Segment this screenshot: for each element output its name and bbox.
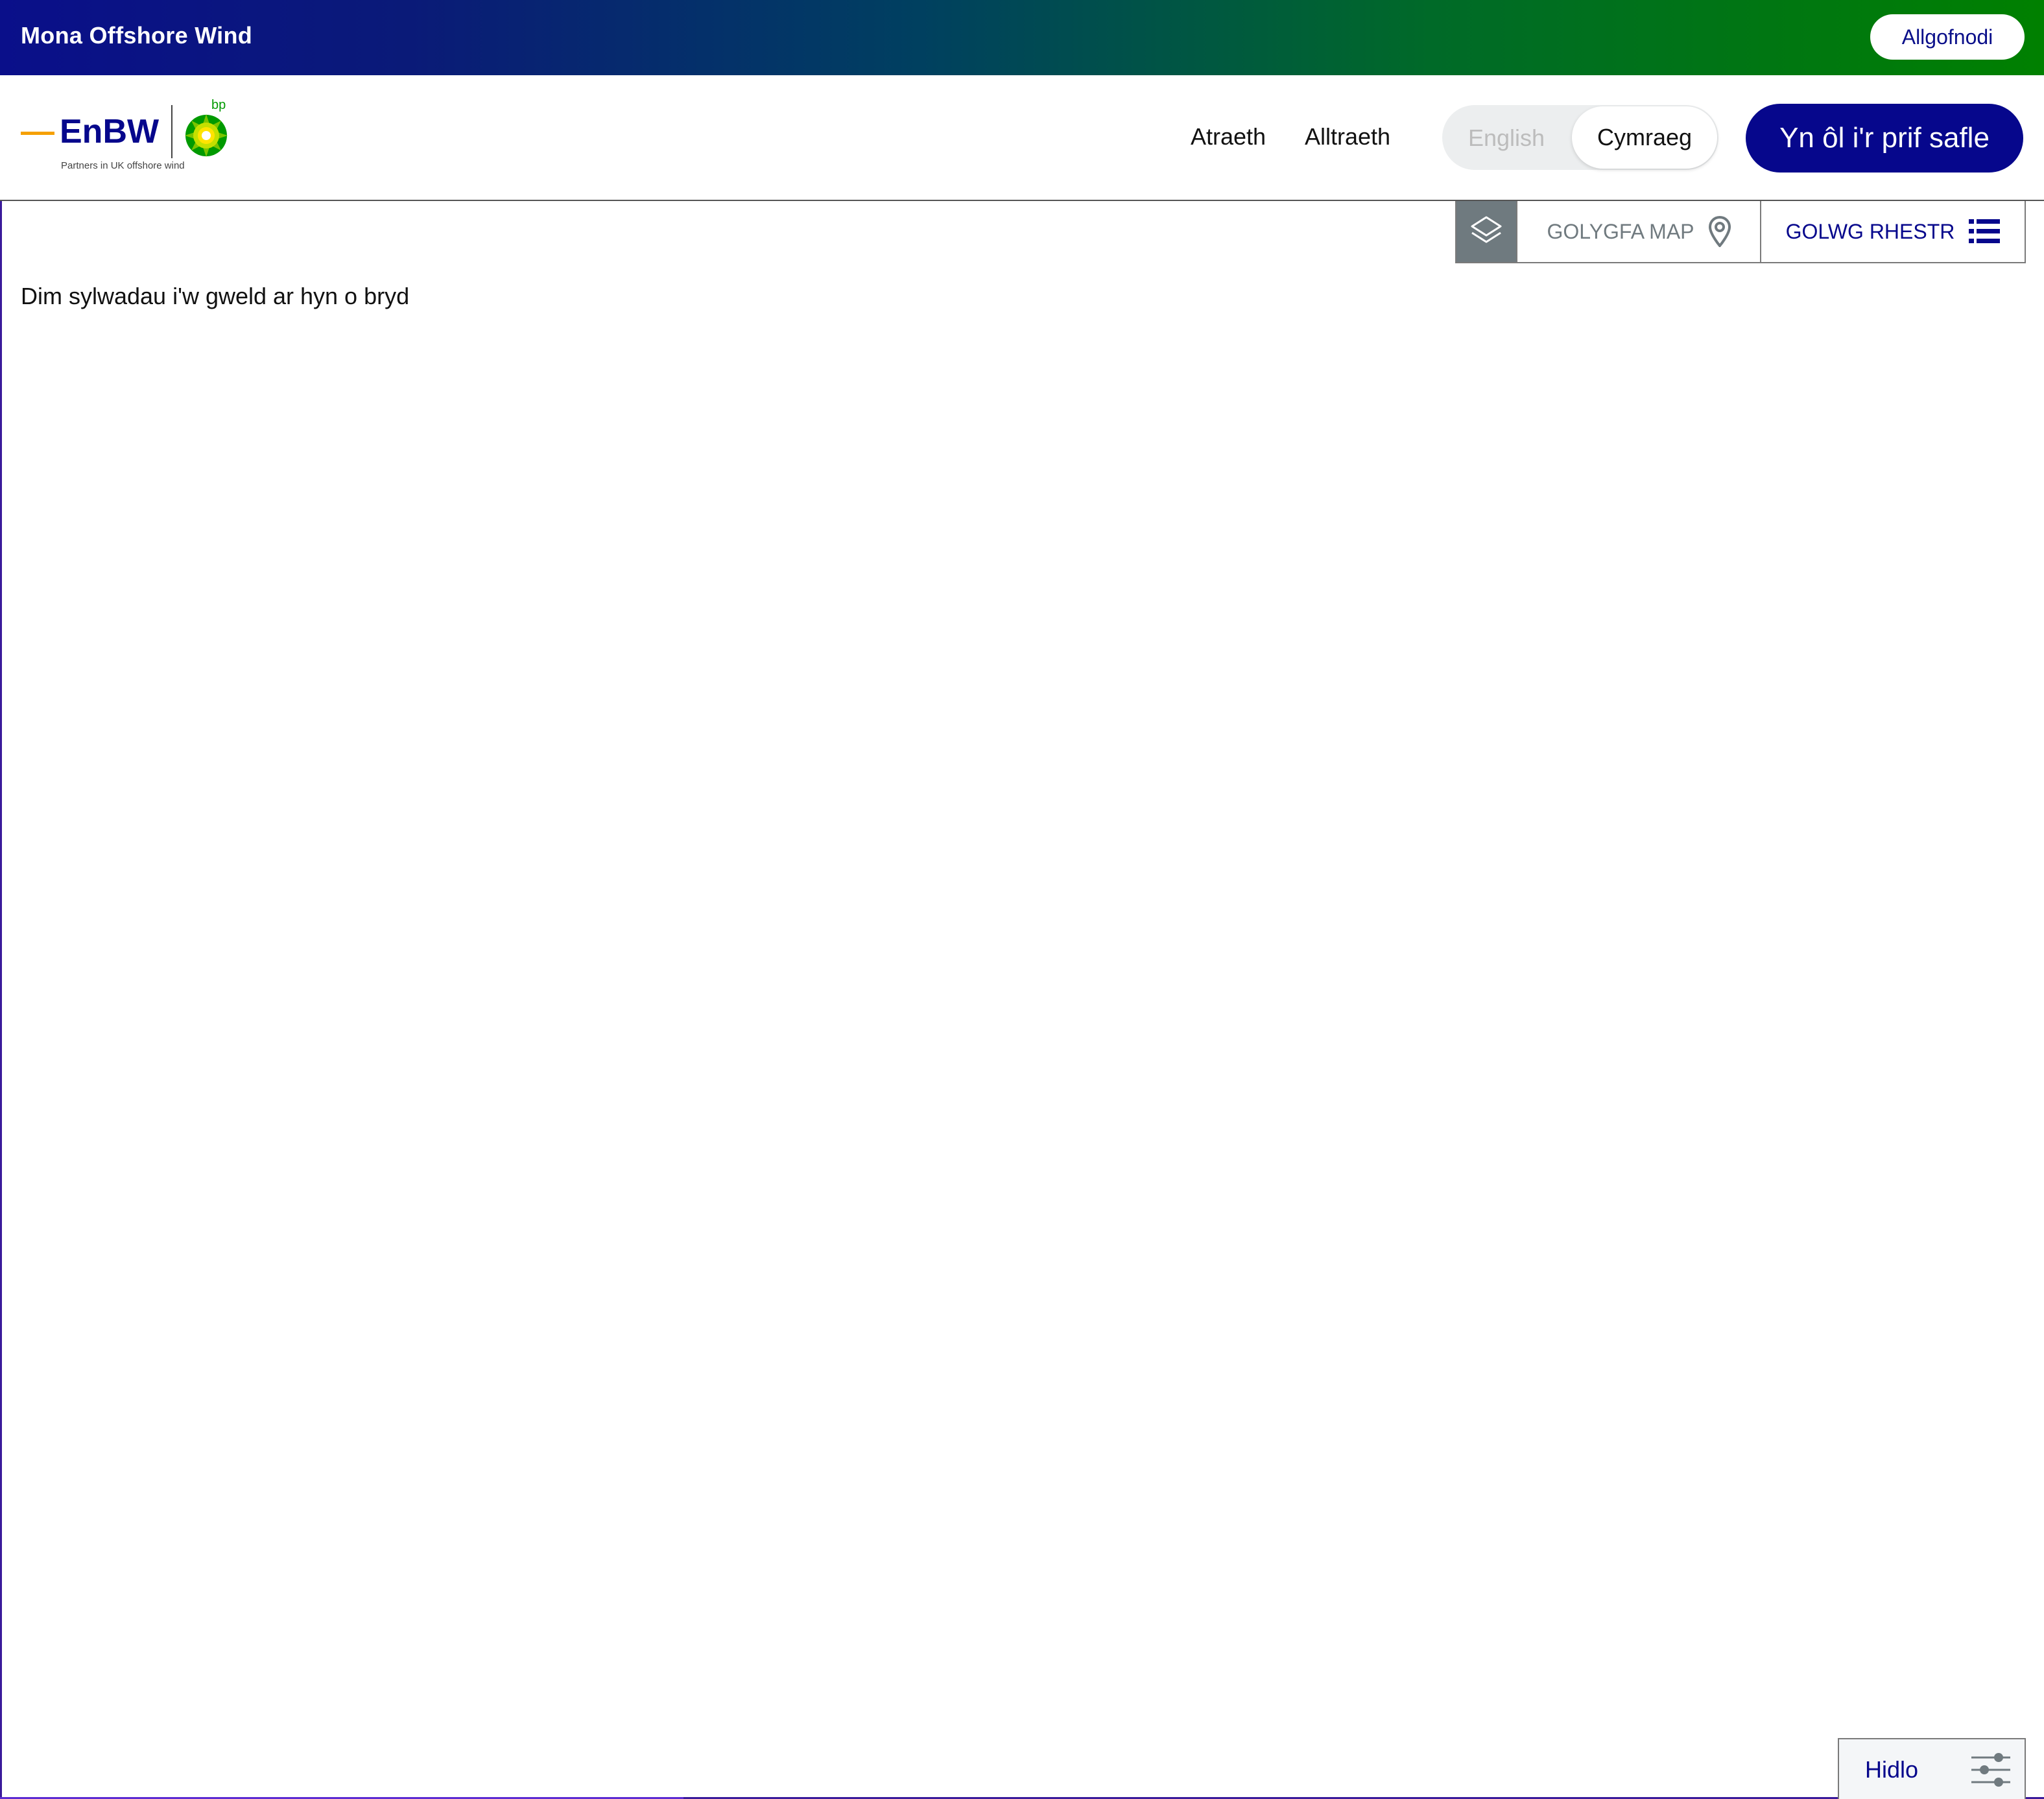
sliders-icon	[1971, 1753, 2010, 1787]
page-frame	[0, 0, 2044, 1799]
logout-button[interactable]: Allgofnodi	[1870, 14, 2025, 60]
enbw-bp-logo[interactable]: EnBW bp Partners in UK offshore wind	[21, 98, 241, 176]
layers-button[interactable]	[1456, 201, 1517, 262]
language-option-welsh[interactable]: Cymraeg	[1572, 106, 1717, 169]
map-pin-icon	[1708, 216, 1731, 247]
nav-item-onshore[interactable]: Atraeth	[1191, 123, 1266, 150]
site-header: EnBW bp Partners in UK offshore wind Atr…	[0, 75, 2044, 201]
app-title: Mona Offshore Wind	[21, 22, 253, 49]
top-bar: Mona Offshore Wind Allgofnodi	[0, 0, 2044, 75]
list-view-button[interactable]: GOLWG RHESTR	[1761, 201, 2025, 262]
back-to-main-site-button[interactable]: Yn ôl i'r prif safle	[1746, 104, 2023, 173]
list-icon	[1969, 219, 2001, 243]
map-view-button[interactable]: GOLYGFA MAP	[1517, 201, 1761, 262]
nav-item-offshore[interactable]: Alltraeth	[1305, 123, 1390, 150]
layers-icon	[1471, 216, 1502, 243]
language-toggle[interactable]: English Cymraeg	[1442, 105, 1718, 170]
bp-helios-icon	[185, 114, 228, 157]
view-switcher: GOLYGFA MAP GOLWG RHESTR	[1455, 201, 2026, 263]
logo-tagline: Partners in UK offshore wind	[61, 160, 185, 171]
filter-button[interactable]: Hidlo	[1838, 1738, 2026, 1799]
list-view-label: GOLWG RHESTR	[1785, 219, 1955, 243]
language-option-english[interactable]: English	[1468, 125, 1545, 152]
empty-state-message: Dim sylwadau i'w gweld ar hyn o bryd	[21, 283, 410, 309]
logo-partner-text: bp	[211, 99, 226, 112]
filter-label: Hidlo	[1865, 1756, 1919, 1783]
logo-graphic: EnBW bp Partners in UK offshore wind	[21, 98, 228, 171]
logo-brand-text: EnBW	[60, 113, 160, 150]
map-view-label: GOLYGFA MAP	[1547, 219, 1694, 243]
